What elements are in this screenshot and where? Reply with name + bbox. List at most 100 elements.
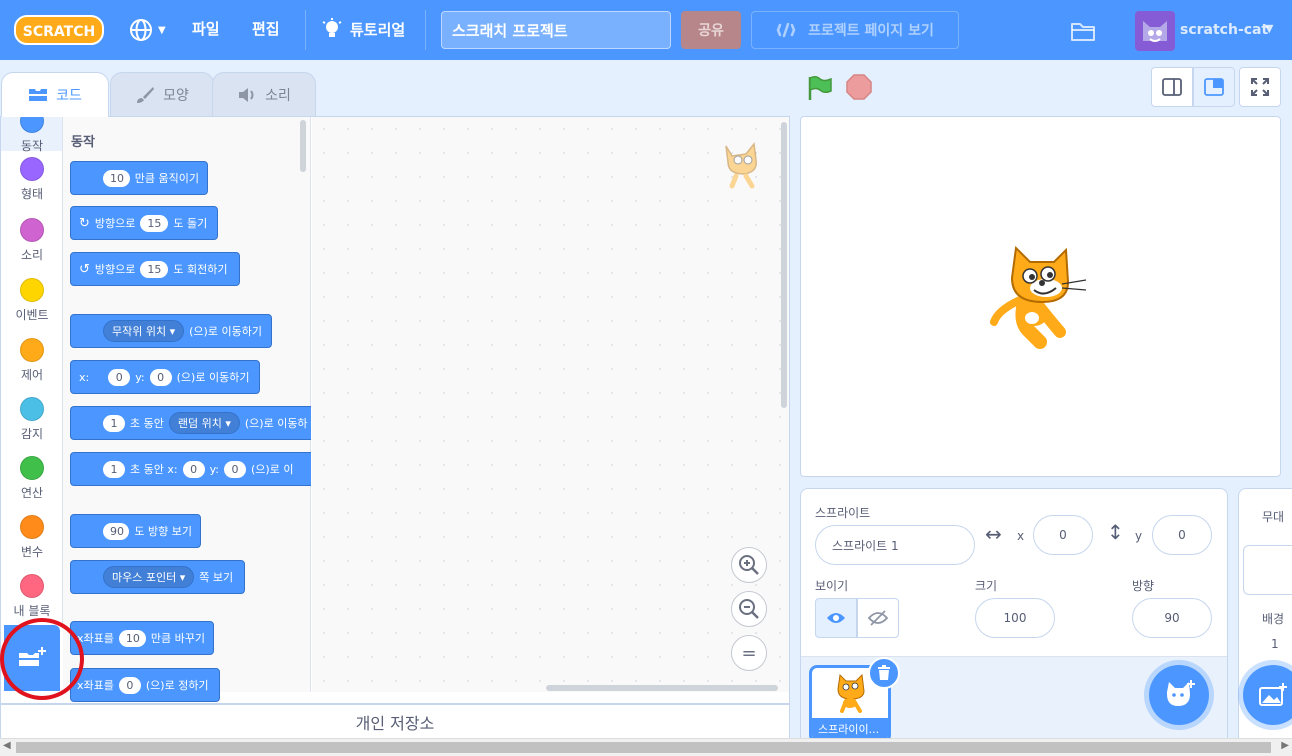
block-glide-to-xy[interactable]: 1 초 동안 x: 0 y: 0 (으)로 이 bbox=[70, 452, 311, 486]
scratch-logo[interactable]: SCRATCH bbox=[14, 13, 104, 47]
category-operators[interactable]: 연산 bbox=[1, 456, 62, 501]
category-my-blocks[interactable]: 내 블록 bbox=[1, 574, 62, 619]
block-input[interactable]: 15 bbox=[140, 214, 169, 232]
block-dropdown[interactable]: 마우스 포인터 ▾ bbox=[103, 566, 195, 588]
backpack-panel[interactable]: 개인 저장소 bbox=[0, 704, 790, 740]
green-flag-button[interactable] bbox=[806, 74, 834, 106]
zoom-reset-button[interactable]: = bbox=[731, 635, 767, 671]
y-position-input[interactable]: 0 bbox=[1152, 515, 1212, 555]
my-stuff-folder-icon[interactable] bbox=[1070, 20, 1096, 46]
block-input[interactable]: 15 bbox=[140, 260, 169, 278]
small-stage-button[interactable] bbox=[1151, 67, 1193, 107]
scrollbar-thumb[interactable] bbox=[16, 742, 1271, 753]
block-go-to-random[interactable]: 무작위 위치 ▾ (으)로 이동하기 bbox=[70, 314, 272, 348]
category-events[interactable]: 이벤트 bbox=[1, 278, 62, 323]
show-sprite-button[interactable] bbox=[815, 598, 857, 638]
chevron-down-icon[interactable]: ▼ bbox=[1265, 22, 1273, 35]
tab-code-label: 코드 bbox=[56, 88, 82, 104]
page-horizontal-scrollbar[interactable]: ◀ ▶ bbox=[0, 738, 1292, 756]
block-input[interactable]: 0 bbox=[182, 460, 205, 478]
tab-sounds[interactable]: 소리 bbox=[212, 72, 316, 117]
script-workspace[interactable] bbox=[312, 117, 789, 692]
scratch-cat-sprite[interactable] bbox=[990, 240, 1090, 354]
block-set-x[interactable]: x좌표를 0 (으)로 정하기 bbox=[70, 668, 220, 702]
category-label: 동작 bbox=[20, 139, 44, 153]
category-control[interactable]: 제어 bbox=[1, 338, 62, 383]
tutorials-menu[interactable]: 튜토리얼 bbox=[322, 18, 405, 40]
username[interactable]: scratch-cat bbox=[1180, 22, 1268, 38]
palette-scrollbar[interactable] bbox=[300, 120, 306, 172]
hide-sprite-button[interactable] bbox=[857, 598, 899, 638]
block-point-towards[interactable]: 마우스 포인터 ▾ 쪽 보기 bbox=[70, 560, 245, 594]
zoom-in-button[interactable] bbox=[731, 547, 767, 583]
block-input[interactable]: 1 bbox=[103, 460, 125, 478]
y-label: y bbox=[1135, 529, 1143, 543]
block-text: (으)로 이동하기 bbox=[189, 325, 262, 338]
zoom-out-button[interactable] bbox=[731, 591, 767, 627]
block-text: 도 회전하기 bbox=[173, 263, 228, 276]
block-input[interactable]: 10 bbox=[103, 169, 130, 187]
block-dropdown[interactable]: 랜덤 위치 ▾ bbox=[168, 412, 240, 434]
block-text: 만큼 움직이기 bbox=[134, 172, 199, 185]
block-change-x[interactable]: x좌표를 10 만큼 바꾸기 bbox=[70, 621, 214, 655]
see-project-page-button[interactable]: 프로젝트 페이지 보기 bbox=[751, 11, 959, 49]
sprite-thumbnail-name: 스프라이이... bbox=[812, 718, 888, 740]
block-move-steps[interactable]: 10 만큼 움직이기 bbox=[70, 161, 208, 195]
size-input[interactable]: 100 bbox=[975, 598, 1055, 638]
category-sensing[interactable]: 감지 bbox=[1, 397, 62, 442]
block-text: (으)로 이동하 bbox=[244, 417, 308, 430]
block-text: x좌표를 bbox=[77, 632, 114, 645]
workspace-vertical-scrollbar[interactable] bbox=[781, 122, 787, 408]
user-avatar[interactable] bbox=[1135, 11, 1175, 51]
block-input[interactable]: 10 bbox=[118, 629, 146, 647]
project-title-input[interactable] bbox=[441, 11, 671, 49]
share-button[interactable]: 공유 bbox=[681, 11, 741, 49]
tab-sounds-label: 소리 bbox=[265, 88, 291, 104]
edit-menu[interactable]: 편집 bbox=[252, 18, 280, 39]
choose-sprite-button[interactable] bbox=[1149, 665, 1209, 725]
tab-code[interactable]: 코드 bbox=[1, 72, 109, 117]
scroll-left-arrow-icon[interactable]: ◀ bbox=[3, 740, 11, 751]
category-variables[interactable]: 변수 bbox=[1, 515, 62, 560]
stage-label: 무대 bbox=[1262, 510, 1285, 524]
block-dropdown[interactable]: 무작위 위치 ▾ bbox=[103, 320, 185, 342]
category-label: 제어 bbox=[20, 368, 44, 382]
block-point-in-direction[interactable]: 90 도 방향 보기 bbox=[70, 514, 201, 548]
backdrop-thumbnail[interactable] bbox=[1243, 545, 1292, 595]
file-menu[interactable]: 파일 bbox=[192, 18, 220, 39]
language-menu[interactable]: ▼ bbox=[128, 16, 172, 44]
block-input[interactable]: 0 bbox=[118, 676, 141, 694]
delete-sprite-button[interactable] bbox=[868, 657, 900, 689]
block-turn-right[interactable]: ↻ 방향으로 15 도 돌기 bbox=[70, 206, 218, 240]
block-input[interactable]: 0 bbox=[224, 460, 246, 478]
logo-text: SCRATCH bbox=[23, 24, 95, 40]
direction-input[interactable]: 90 bbox=[1132, 598, 1212, 638]
category-looks[interactable]: 형태 bbox=[1, 157, 62, 202]
block-glide-to-random[interactable]: 1 초 동안 랜덤 위치 ▾ (으)로 이동하 bbox=[70, 406, 311, 440]
eye-icon bbox=[827, 613, 845, 623]
stop-button[interactable] bbox=[846, 74, 872, 100]
block-text: y: bbox=[209, 462, 219, 476]
backpack-label: 개인 저장소 bbox=[355, 714, 435, 733]
block-turn-left[interactable]: ↺ 방향으로 15 도 회전하기 bbox=[70, 252, 240, 286]
category-sound[interactable]: 소리 bbox=[1, 218, 62, 263]
block-text: 방향으로 bbox=[94, 263, 136, 276]
category-dot bbox=[20, 574, 44, 598]
tab-costumes[interactable]: 모양 bbox=[110, 72, 214, 117]
block-input[interactable]: 90 bbox=[103, 522, 130, 540]
category-motion[interactable]: 동작 bbox=[1, 117, 62, 153]
workspace-horizontal-scrollbar[interactable] bbox=[546, 685, 778, 691]
menu-divider bbox=[425, 10, 426, 50]
block-go-to-xy[interactable]: x: 0 y: 0 (으)로 이동하기 bbox=[70, 360, 260, 394]
sprite-name-input[interactable]: 스프라이트 1 bbox=[815, 525, 975, 565]
block-text: 쪽 보기 bbox=[199, 571, 234, 584]
normal-stage-button[interactable] bbox=[1193, 67, 1235, 107]
x-position-input[interactable]: 0 bbox=[1033, 515, 1093, 555]
block-input[interactable]: 1 bbox=[103, 414, 125, 432]
menu-divider bbox=[305, 10, 306, 50]
scroll-right-arrow-icon[interactable]: ▶ bbox=[1281, 740, 1289, 751]
block-input[interactable]: 0 bbox=[149, 368, 172, 386]
block-text: x좌표를 bbox=[77, 679, 114, 692]
fullscreen-button[interactable] bbox=[1239, 67, 1281, 107]
block-input[interactable]: 0 bbox=[108, 368, 131, 386]
